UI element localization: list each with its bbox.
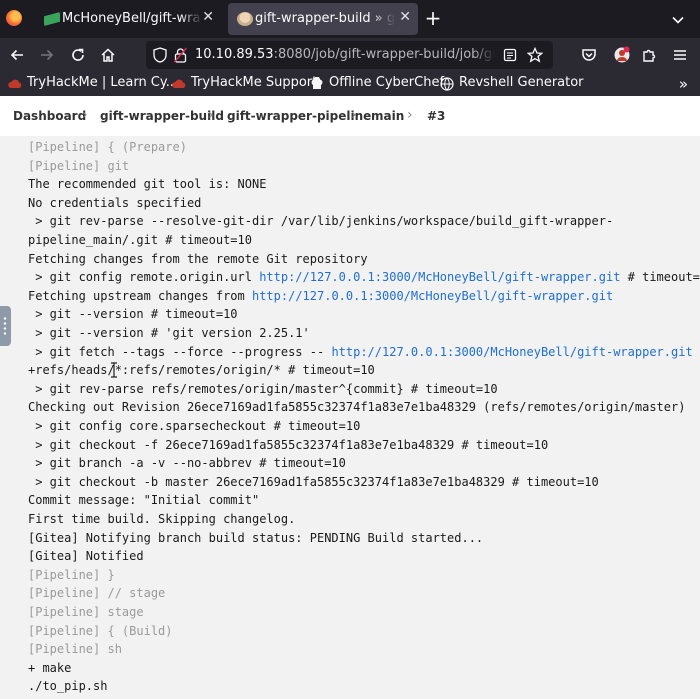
bookmark-tryhackme-support[interactable]: TryHackMe Support bbox=[172, 75, 317, 93]
repo-url-link[interactable]: http://127.0.0.1:3000/McHoneyBell/gift-w… bbox=[252, 289, 613, 303]
console-line: > git --version # 'git version 2.25.1' bbox=[28, 326, 310, 340]
console-line: First time build. Skipping changelog. bbox=[28, 512, 296, 526]
tab-title: gift-wrapper-build » gift-wrapper-pipeli… bbox=[255, 11, 395, 26]
breadcrumb-dashboard[interactable]: Dashboard bbox=[13, 109, 86, 123]
pipeline-step-line: [Pipeline] stage bbox=[28, 605, 144, 619]
pocket-icon[interactable] bbox=[580, 46, 598, 64]
console-line: The recommended git tool is: NONE bbox=[28, 177, 267, 192]
reader-view-icon[interactable] bbox=[503, 48, 517, 62]
hamburger-menu-icon[interactable] bbox=[671, 46, 689, 64]
chevron-right-icon: › bbox=[351, 107, 357, 123]
bookmark-label: Offline CyberChef bbox=[329, 75, 445, 90]
navigation-toolbar: 10.10.89.53:8080/job/gift-wrapper-build/… bbox=[0, 38, 700, 72]
home-icon[interactable] bbox=[99, 46, 117, 64]
bookmark-revshell-generator[interactable]: Revshell Generator bbox=[440, 75, 584, 93]
console-line: pipeline_main/.git # timeout=10 bbox=[28, 233, 252, 247]
breadcrumb-build-number[interactable]: #3 bbox=[427, 109, 445, 123]
console-text: # timeout=10 bbox=[627, 270, 700, 285]
firefox-view-icon[interactable] bbox=[6, 10, 22, 26]
bookmark-label: TryHackMe | Learn Cy... bbox=[27, 75, 179, 90]
pipeline-step-line: [Pipeline] git bbox=[28, 158, 130, 173]
pipeline-step-line: [Pipeline] } bbox=[28, 567, 115, 582]
bookmark-label: Revshell Generator bbox=[459, 75, 584, 90]
url-path: :8080/job/gift-wrapper-build/job/gift-wr… bbox=[273, 47, 495, 62]
repo-url-link[interactable]: http://127.0.0.1:3000/McHoneyBell/gift-w… bbox=[259, 270, 620, 284]
repo-url-link[interactable]: http://127.0.0.1:3000/McHoneyBell/gift-w… bbox=[331, 345, 692, 359]
console-line: > git --version # timeout=10 bbox=[28, 307, 238, 322]
console-line: Fetching changes from the remote Git rep… bbox=[28, 251, 368, 266]
pipeline-step-line: [Pipeline] { (Prepare) bbox=[28, 140, 187, 154]
globe-icon bbox=[440, 77, 454, 91]
breadcrumb-main[interactable]: main bbox=[371, 109, 404, 123]
text-cursor-icon bbox=[111, 362, 117, 378]
tab-title: McHoneyBell/gift-wrapper bbox=[62, 11, 202, 26]
lock-icon[interactable] bbox=[174, 47, 187, 63]
console-output: [Pipeline] { (Prepare) [Pipeline] git The … bbox=[14, 136, 700, 699]
tab-strip: McHoneyBell/gift-wrapper ✕ gift-wrapper-… bbox=[0, 0, 700, 38]
url-bar[interactable]: 10.10.89.53:8080/job/gift-wrapper-build/… bbox=[146, 41, 553, 69]
grip-icon bbox=[3, 316, 7, 336]
console-line: > git checkout -b master 26ece7169ad1fa5… bbox=[28, 474, 599, 489]
console-line: > git fetch --tags --force --progress --… bbox=[28, 343, 692, 361]
console-line: No credentials specified bbox=[28, 195, 202, 210]
gitea-favicon-icon bbox=[44, 12, 60, 26]
breadcrumb: Dashboard › gift-wrapper-build › gift-wr… bbox=[0, 96, 700, 136]
console-line: +refs/heads/*:refs/remotes/origin/* # ti… bbox=[28, 363, 375, 378]
arrow-left-icon[interactable] bbox=[8, 46, 26, 64]
tryhackme-cloud-icon bbox=[172, 79, 186, 88]
jenkins-favicon-icon bbox=[237, 12, 253, 26]
console-line: Fetching upstream changes from http://12… bbox=[28, 287, 613, 305]
console-line: > git checkout -f 26ece7169ad1fa5855c323… bbox=[28, 437, 549, 452]
console-line: > git rev-parse refs/remotes/origin/mast… bbox=[28, 381, 498, 396]
bookmark-offline-cyberchef[interactable]: Offline CyberChef bbox=[310, 75, 444, 93]
console-text: Fetching upstream changes from bbox=[28, 288, 252, 303]
tab-gitea-repo[interactable]: McHoneyBell/gift-wrapper ✕ bbox=[35, 3, 221, 35]
console-line: > git branch -a -v --no-abbrev # timeout… bbox=[28, 456, 346, 471]
new-tab-plus-icon[interactable]: + bbox=[423, 6, 443, 30]
bookmark-tryhackme[interactable]: TryHackMe | Learn Cy... bbox=[8, 75, 178, 93]
console-line: [Gitea] Notifying branch build status: P… bbox=[28, 530, 484, 545]
close-tab-icon[interactable]: ✕ bbox=[399, 9, 411, 25]
avatar bbox=[614, 46, 630, 63]
shield-icon[interactable] bbox=[153, 47, 167, 63]
console-line: > git config remote.origin.url http://12… bbox=[28, 268, 700, 286]
breadcrumb-gift-wrapper-pipeline[interactable]: gift-wrapper-pipeline bbox=[227, 109, 371, 123]
pipeline-step-line: [Pipeline] // stage bbox=[28, 586, 166, 601]
url-text: 10.10.89.53:8080/job/gift-wrapper-build/… bbox=[195, 47, 495, 62]
puzzle-icon[interactable] bbox=[641, 46, 659, 64]
console-line: > git config core.sparsecheckout # timeo… bbox=[28, 419, 361, 433]
more-bookmarks-chevron-icon[interactable]: » bbox=[679, 75, 688, 93]
console-line: ./to_pip.sh bbox=[28, 679, 108, 694]
chef-hat-icon bbox=[311, 77, 323, 89]
arrow-right-icon[interactable] bbox=[38, 46, 56, 64]
reload-icon[interactable] bbox=[69, 46, 87, 64]
console-line: > git rev-parse --resolve-git-dir /var/l… bbox=[28, 214, 614, 229]
console-line: Checking out Revision 26ece7169ad1fa5855… bbox=[28, 400, 686, 415]
console-line: [Gitea] Notified bbox=[28, 549, 144, 564]
chevron-right-icon: › bbox=[208, 107, 214, 123]
chevron-right-icon: › bbox=[82, 107, 88, 123]
list-all-tabs-chevron-icon[interactable] bbox=[672, 14, 684, 26]
star-icon[interactable] bbox=[527, 47, 543, 63]
chevron-right-icon: › bbox=[407, 107, 413, 123]
console-text: > git config remote.origin.url bbox=[28, 270, 260, 285]
console-line: + make bbox=[28, 660, 72, 675]
bookmarks-toolbar: TryHackMe | Learn Cy... TryHackMe Suppor… bbox=[0, 72, 700, 96]
side-panel-handle[interactable] bbox=[0, 306, 11, 346]
console-text: > git fetch --tags --force --progress -- bbox=[28, 344, 332, 359]
close-tab-icon[interactable]: ✕ bbox=[202, 9, 214, 25]
url-host: 10.10.89.53 bbox=[195, 47, 274, 62]
tryhackme-cloud-icon bbox=[8, 79, 22, 88]
account-icon[interactable] bbox=[613, 46, 631, 64]
console-line: Commit message: "Initial commit" bbox=[28, 493, 260, 508]
pipeline-step-line: [Pipeline] sh bbox=[28, 642, 122, 657]
pipeline-step-line: [Pipeline] { (Build) bbox=[28, 623, 173, 638]
tab-jenkins-console[interactable]: gift-wrapper-build » gift-wrapper-pipeli… bbox=[228, 3, 418, 35]
breadcrumb-gift-wrapper-build[interactable]: gift-wrapper-build bbox=[100, 109, 224, 123]
bookmark-label: TryHackMe Support bbox=[191, 75, 318, 90]
